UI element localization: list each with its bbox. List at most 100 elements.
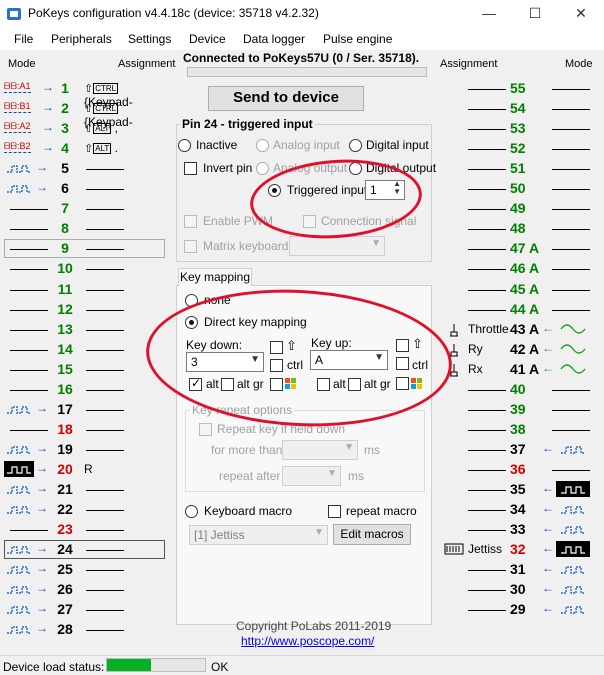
digital-input-radio[interactable] bbox=[349, 139, 362, 152]
pin-number: 18 bbox=[57, 420, 73, 437]
left-pin-row[interactable]: 8 bbox=[0, 220, 170, 238]
right-pin-row[interactable]: 47 A bbox=[436, 240, 602, 258]
right-pin-row[interactable]: 40 bbox=[436, 381, 602, 399]
right-pin-row[interactable]: 53 bbox=[436, 120, 602, 138]
left-pin-row[interactable]: → 25 bbox=[0, 561, 170, 579]
left-pin-row[interactable]: → 24 bbox=[0, 540, 170, 560]
left-pin-row[interactable]: → 28 bbox=[0, 621, 170, 639]
assignment-line bbox=[86, 349, 124, 351]
send-to-device-button[interactable]: Send to device bbox=[208, 86, 364, 111]
left-pin-row[interactable]: → 27 bbox=[0, 601, 170, 619]
keyboard-macro-radio[interactable] bbox=[185, 505, 198, 518]
left-pin-row[interactable]: 10 bbox=[0, 260, 170, 278]
assignment-line bbox=[86, 409, 124, 411]
left-pin-row[interactable]: 14 bbox=[0, 341, 170, 359]
menu-device[interactable]: Device bbox=[189, 32, 226, 46]
arrow-left-icon: ← bbox=[542, 340, 554, 355]
analog-output-radio[interactable] bbox=[256, 162, 269, 175]
right-pin-row[interactable]: 37 ← bbox=[436, 441, 602, 459]
left-pin-row[interactable]: 9 bbox=[0, 239, 170, 259]
right-pin-row[interactable]: 36 bbox=[436, 461, 602, 479]
status-bar: Device load status: OK bbox=[0, 655, 604, 675]
invert-pin-checkbox[interactable] bbox=[184, 162, 197, 175]
triggered-input-icon bbox=[556, 481, 590, 497]
right-pin-row[interactable]: Jettiss 32 ← bbox=[436, 541, 602, 559]
right-pin-row[interactable]: 45 A bbox=[436, 281, 602, 299]
right-pin-row[interactable]: 34 ← bbox=[436, 501, 602, 519]
pin-selection-frame bbox=[4, 540, 165, 560]
left-pin-row[interactable]: → 21 bbox=[0, 481, 170, 499]
left-pin-row[interactable]: 12 bbox=[0, 301, 170, 319]
pin-selection-frame bbox=[4, 239, 165, 259]
menu-pulse-engine[interactable]: Pulse engine bbox=[323, 32, 392, 46]
edit-macros-button[interactable]: Edit macros bbox=[333, 524, 411, 545]
left-pin-row[interactable]: 23 bbox=[0, 521, 170, 539]
left-pin-row[interactable]: → 26 bbox=[0, 581, 170, 599]
website-link[interactable]: http://www.poscope.com/ bbox=[241, 634, 374, 648]
for-more-than-select[interactable]: ▼ bbox=[282, 440, 358, 460]
left-pin-row[interactable]: → 17 bbox=[0, 401, 170, 419]
right-pin-row[interactable]: Throttle 43 A ← bbox=[436, 321, 602, 339]
right-pin-row[interactable]: 44 A bbox=[436, 301, 602, 319]
right-pin-row[interactable]: Rx 41 A ← bbox=[436, 361, 602, 379]
menu-settings[interactable]: Settings bbox=[128, 32, 171, 46]
assignment-line bbox=[468, 289, 506, 291]
right-pin-row[interactable]: 54 bbox=[436, 100, 602, 118]
assignment-text: Rx bbox=[468, 361, 483, 376]
right-pin-row[interactable]: 30 ← bbox=[436, 581, 602, 599]
enable-pwm-checkbox[interactable] bbox=[184, 215, 197, 228]
right-pin-row[interactable]: Ry 42 A ← bbox=[436, 341, 602, 359]
inactive-radio[interactable] bbox=[178, 139, 191, 152]
right-pin-row[interactable]: 33 ← bbox=[436, 521, 602, 539]
mode-line bbox=[552, 309, 590, 311]
right-pin-row[interactable]: 49 bbox=[436, 200, 602, 218]
menu-data-logger[interactable]: Data logger bbox=[243, 32, 305, 46]
left-pin-row[interactable]: ᗷᗷ:A2 → 3 ⇧ ALT , bbox=[0, 120, 170, 138]
left-pin-row[interactable]: → 19 bbox=[0, 441, 170, 459]
matrix-keyboard-select[interactable]: ▼ bbox=[289, 236, 385, 256]
left-pin-row[interactable]: 13 bbox=[0, 321, 170, 339]
arrow-right-icon: → bbox=[36, 601, 48, 616]
left-pin-row[interactable]: → 20 R bbox=[0, 460, 170, 479]
right-pin-row[interactable]: 55 bbox=[436, 80, 602, 98]
repeat-macro-checkbox[interactable] bbox=[328, 505, 341, 518]
menu-bar: File Peripherals Settings Device Data lo… bbox=[0, 28, 604, 50]
modifier-key-icon: CTRL bbox=[93, 103, 119, 115]
left-pin-row[interactable]: ᗷᗷ:B1 → 2 ⇧ CTRL {Keypad- bbox=[0, 100, 170, 129]
menu-file[interactable]: File bbox=[14, 32, 33, 46]
right-pin-row[interactable]: 52 bbox=[436, 140, 602, 158]
matrix-keyboard-checkbox[interactable] bbox=[184, 240, 197, 253]
right-pin-row[interactable]: 39 bbox=[436, 401, 602, 419]
left-pin-row[interactable]: → 5 bbox=[0, 160, 170, 178]
tab-key-mapping[interactable]: Key mapping bbox=[178, 268, 252, 286]
right-pin-row[interactable]: 50 bbox=[436, 180, 602, 198]
menu-peripherals[interactable]: Peripherals bbox=[51, 32, 112, 46]
ms-label-2: ms bbox=[348, 469, 364, 483]
right-pin-row[interactable]: 31 ← bbox=[436, 561, 602, 579]
assignment-header-right: Assignment bbox=[440, 58, 498, 70]
right-pin-row[interactable]: 51 bbox=[436, 160, 602, 178]
minimize-button[interactable]: — bbox=[466, 0, 512, 28]
macro-select[interactable]: [1] Jettiss ▼ bbox=[189, 525, 328, 545]
left-pin-row[interactable]: 7 bbox=[0, 200, 170, 218]
left-pin-row[interactable]: → 6 bbox=[0, 180, 170, 198]
repeat-after-select[interactable]: ▼ bbox=[282, 466, 341, 486]
right-pin-row[interactable]: 46 A bbox=[436, 260, 602, 278]
left-pin-row[interactable]: ᗷᗷ:A1 → 1 ⇧ CTRL {Keypad- bbox=[0, 80, 170, 109]
right-pin-row[interactable]: 38 bbox=[436, 421, 602, 439]
repeat-if-held-checkbox[interactable] bbox=[199, 423, 212, 436]
left-pin-row[interactable]: ᗷᗷ:B2 → 4 ⇧ ALT . bbox=[0, 140, 170, 158]
left-pin-row[interactable]: 18 bbox=[0, 421, 170, 439]
right-pin-row[interactable]: 48 bbox=[436, 220, 602, 238]
left-pin-row[interactable]: 11 bbox=[0, 281, 170, 299]
encoder-mode-icon: ᗷᗷ:B2 bbox=[4, 141, 31, 154]
right-pin-row[interactable]: 35 ← bbox=[436, 481, 602, 499]
left-pin-row[interactable]: → 22 bbox=[0, 501, 170, 519]
close-button[interactable]: ✕ bbox=[558, 0, 604, 28]
analog-input-radio[interactable] bbox=[256, 139, 269, 152]
left-pin-row[interactable]: 16 bbox=[0, 381, 170, 399]
pin-number: 15 bbox=[57, 360, 73, 377]
right-pin-row[interactable]: 29 ← bbox=[436, 601, 602, 619]
maximize-button[interactable]: ☐ bbox=[512, 0, 558, 28]
left-pin-row[interactable]: 15 bbox=[0, 361, 170, 379]
